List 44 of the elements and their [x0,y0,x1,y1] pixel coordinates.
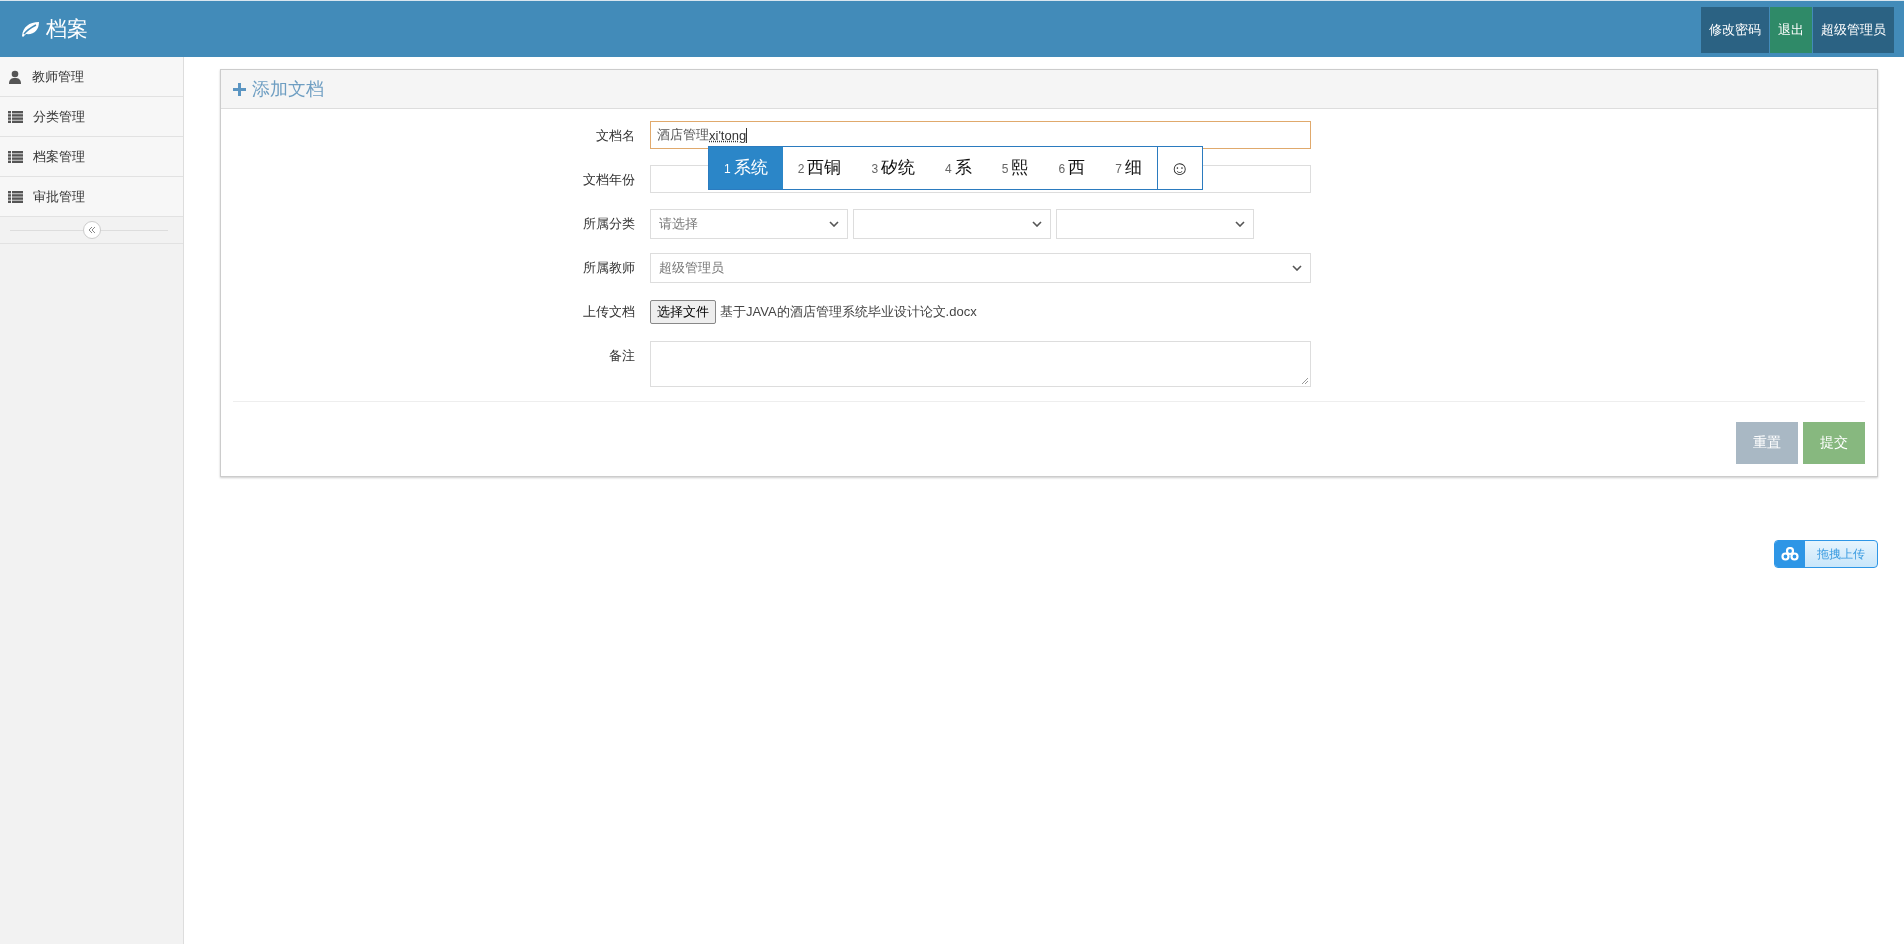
field-label: 文档名 [595,127,636,145]
sidebar-item[interactable]: 审批管理 [0,177,183,217]
collapse-button[interactable] [82,221,101,239]
resize-grip-icon [1301,377,1309,385]
choose-file-button[interactable]: 选择文件 [650,300,716,324]
panel-title: 添加文档 [252,78,324,101]
header-button[interactable]: 修改密码 [1701,7,1769,53]
ime-candidate[interactable]: 2 西铜 [782,147,857,189]
field-label: 所属教师 [582,259,636,277]
list-icon [8,190,23,203]
file-name: 基于JAVA的酒店管理系统毕业设计论文.docx [720,303,977,321]
field-label: 所属分类 [582,215,636,233]
leaf-icon [20,21,40,37]
select-dropdown[interactable] [853,209,1051,239]
ime-candidate[interactable]: 5 熙 [986,147,1044,189]
emoji-button[interactable]: ☺ [1156,147,1202,189]
chevron-down-icon [1235,221,1245,227]
sidebar-item[interactable]: 分类管理 [0,97,183,137]
header-button[interactable]: 超级管理员 [1813,7,1894,53]
user-icon [8,69,22,84]
textarea-field[interactable] [650,341,1311,387]
chevron-down-icon [829,221,839,227]
chevron-down-icon [1292,265,1302,271]
select-dropdown[interactable]: 超级管理员 [650,253,1311,283]
ime-candidate[interactable]: 4 系 [930,147,987,189]
text-input-field[interactable]: 酒店管理xi'tong [650,121,1311,149]
field-label: 上传文档 [582,303,636,321]
select-dropdown[interactable]: 请选择 [650,209,848,239]
field-label: 文档年份 [582,171,636,189]
header-button[interactable]: 退出 [1770,7,1812,53]
sidebar-item[interactable]: 档案管理 [0,137,183,177]
field-label: 备注 [608,347,636,365]
ime-candidate[interactable]: 7 细 [1100,147,1157,189]
ime-candidate[interactable]: 1 系统 [709,147,783,189]
list-icon [8,110,23,123]
app-title: 档案 [46,16,88,42]
list-icon [8,150,23,163]
sidebar-item[interactable]: 教师管理 [0,57,183,97]
plus-icon [233,82,246,96]
ime-candidate[interactable]: 3 矽统 [856,147,931,189]
double-chevron-left-icon [87,226,96,234]
chevron-down-icon [1032,221,1042,227]
ime-candidate[interactable]: 6 西 [1043,147,1101,189]
select-dropdown[interactable] [1056,209,1254,239]
